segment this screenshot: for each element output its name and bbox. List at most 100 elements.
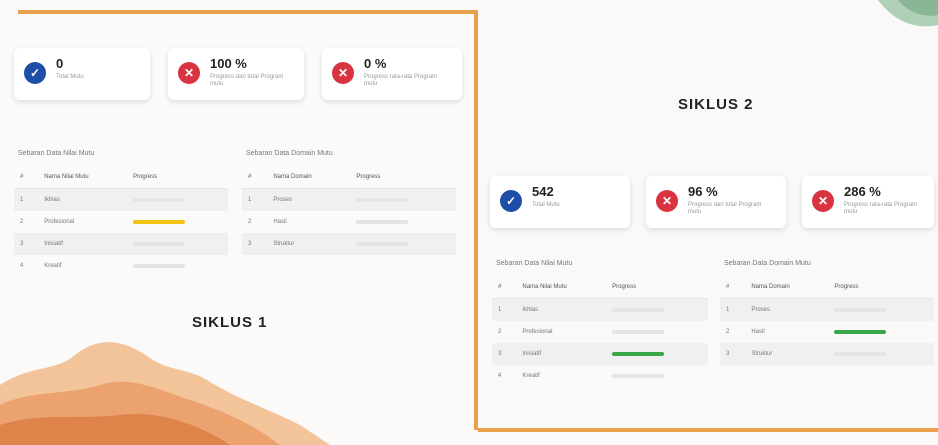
stat-card-total-mutu: ✓ 0 Total Mutu bbox=[14, 48, 150, 100]
progress-fill bbox=[612, 352, 665, 356]
stat-value: 0 % bbox=[364, 56, 387, 71]
progress-bar bbox=[612, 330, 665, 334]
col-header-name: Nama Nilai Mutu bbox=[516, 276, 607, 299]
stat-card-progress-average: ✕ 286 % Progress rata-rata Program mutu bbox=[802, 176, 934, 228]
progress-bar bbox=[356, 220, 409, 224]
accent-border-bottom bbox=[478, 428, 938, 432]
x-icon: ✕ bbox=[178, 62, 200, 84]
progress-bar bbox=[834, 330, 887, 334]
table-row: 1 Proses bbox=[242, 188, 456, 211]
cell-name: Struktur bbox=[267, 233, 351, 255]
cell-no: 1 bbox=[242, 188, 268, 211]
progress-bar bbox=[834, 352, 887, 356]
cell-progress bbox=[606, 365, 708, 387]
cell-no: 3 bbox=[492, 343, 517, 365]
watercolor-decoration bbox=[0, 342, 330, 445]
cell-no: 1 bbox=[492, 298, 517, 321]
cell-name: Ikhlas bbox=[38, 188, 128, 211]
table-nilai-mutu: # Nama Nilai Mutu Progress 1 Ikhlas 2 Prof… bbox=[492, 276, 708, 387]
cell-progress bbox=[127, 233, 228, 255]
stat-value: 100 % bbox=[210, 56, 247, 71]
cell-name: Proses bbox=[745, 298, 829, 321]
cell-no: 4 bbox=[20, 263, 24, 269]
cell-progress bbox=[828, 298, 934, 321]
siklus-2-label: SIKLUS 2 bbox=[678, 96, 754, 113]
cell-no: 2 bbox=[498, 329, 502, 335]
table-row: 2 Hasil bbox=[242, 211, 456, 233]
stat-value: 0 bbox=[56, 56, 64, 71]
cell-progress bbox=[350, 188, 456, 211]
col-header-progress: Progress bbox=[127, 166, 228, 189]
cell-progress bbox=[127, 188, 228, 211]
col-header-progress: Progress bbox=[828, 276, 934, 299]
siklus-1-panel: ✓ 0 Total Mutu ✕ 100 % Progress dari tot… bbox=[0, 0, 478, 445]
stat-card-progress-total: ✕ 96 % Progress dari total Program mutu bbox=[646, 176, 786, 228]
cell-progress bbox=[350, 211, 456, 233]
progress-bar bbox=[133, 198, 186, 202]
cell-name: Profesional bbox=[44, 219, 75, 225]
leaf-decoration bbox=[878, 0, 938, 27]
table-row: 3 Struktur bbox=[242, 233, 456, 255]
table-domain-mutu: # Nama Domain Progress 1 Proses 2 Hasil 3S… bbox=[242, 166, 456, 255]
table-title-nilai-mutu: Sebaran Data Nilai Mutu bbox=[496, 260, 573, 267]
stat-value: 542 bbox=[532, 184, 554, 199]
col-header-progress: Progress bbox=[606, 276, 708, 299]
cell-name: Kreatif bbox=[522, 373, 540, 379]
progress-bar bbox=[356, 242, 409, 246]
cell-progress bbox=[828, 343, 934, 365]
cell-no: 4 bbox=[498, 373, 502, 379]
table-row: 3 Inisiatif bbox=[14, 233, 228, 255]
progress-fill bbox=[133, 220, 186, 224]
col-header-name: Nama Domain bbox=[745, 276, 829, 299]
col-header-no: # bbox=[720, 276, 746, 299]
progress-bar bbox=[356, 198, 409, 202]
cell-name: Inisiatif bbox=[516, 343, 607, 365]
stat-value: 96 % bbox=[688, 184, 718, 199]
stat-card-progress-total: ✕ 100 % Progress dari total Program mutu bbox=[168, 48, 304, 100]
cell-no: 2 bbox=[726, 329, 730, 335]
cell-name: Profesional bbox=[522, 329, 553, 335]
stat-label: Progress dari total Program mutu bbox=[688, 202, 762, 215]
table-row: 2 Hasil bbox=[720, 321, 934, 343]
x-icon: ✕ bbox=[332, 62, 354, 84]
cell-progress bbox=[606, 321, 708, 343]
stat-value: 286 % bbox=[844, 184, 881, 199]
x-icon: ✕ bbox=[812, 190, 834, 212]
table-row: 1 Proses bbox=[720, 298, 934, 321]
stat-label: Progress dari total Program mutu bbox=[210, 74, 284, 87]
cell-name: Inisiatif bbox=[38, 233, 128, 255]
stat-card-progress-average: ✕ 0 % Progress rata-rata Program mutu bbox=[322, 48, 462, 100]
table-row: 1 Ikhlas bbox=[492, 298, 708, 321]
table-row: 4 Kreatif bbox=[14, 255, 228, 277]
progress-bar bbox=[133, 242, 186, 246]
siklus-1-label: SIKLUS 1 bbox=[192, 314, 268, 331]
cell-no: 2 bbox=[20, 219, 24, 225]
stat-label: Total Mutu bbox=[532, 202, 560, 208]
stat-label: Total Mutu bbox=[56, 74, 84, 80]
col-header-name: Nama Nilai Mutu bbox=[38, 166, 128, 189]
cell-name: Kreatif bbox=[44, 263, 62, 269]
table-title-domain-mutu: Sebaran Data Domain Mutu bbox=[246, 150, 333, 157]
col-header-no: # bbox=[492, 276, 517, 299]
progress-bar bbox=[612, 374, 665, 378]
stat-card-total-mutu: ✓ 542 Total Mutu bbox=[490, 176, 630, 228]
progress-bar bbox=[133, 264, 186, 268]
cell-name: Hasil bbox=[273, 219, 287, 225]
table-row: 3 Inisiatif bbox=[492, 343, 708, 365]
stat-label: Progress rata-rata Program mutu bbox=[844, 202, 918, 215]
progress-bar bbox=[834, 308, 887, 312]
check-icon: ✓ bbox=[500, 190, 522, 212]
table-domain-mutu: # Nama Domain Progress 1 Proses 2 Hasil 3S… bbox=[720, 276, 934, 365]
cell-name: Ikhlas bbox=[516, 298, 607, 321]
cell-no: 2 bbox=[248, 219, 252, 225]
cell-progress bbox=[127, 211, 228, 233]
cell-name: Hasil bbox=[751, 329, 765, 335]
table-row: 2 Profesional bbox=[14, 211, 228, 233]
cell-no: 3 bbox=[14, 233, 39, 255]
cell-progress bbox=[606, 298, 708, 321]
col-header-no: # bbox=[14, 166, 39, 189]
col-header-no: # bbox=[242, 166, 268, 189]
cell-no: 3 bbox=[242, 233, 268, 255]
cell-name: Struktur bbox=[745, 343, 829, 365]
cell-name: Proses bbox=[267, 188, 351, 211]
